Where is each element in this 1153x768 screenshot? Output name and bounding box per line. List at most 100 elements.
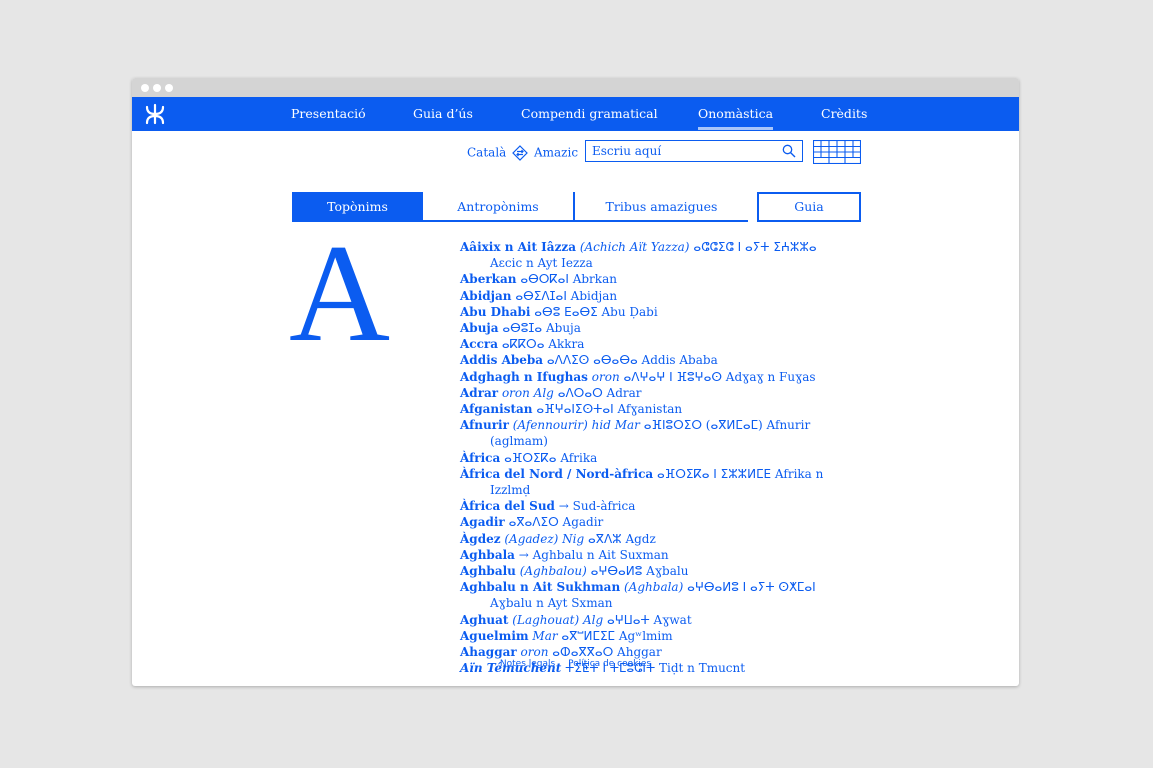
list-item[interactable]: Aberkan ⴰⴱⵔⴽⴰⵏ Abrkan	[460, 271, 850, 287]
window-dot-icon[interactable]	[165, 84, 173, 92]
browser-window: Presentació Guia d’ús Compendi gramatica…	[132, 78, 1019, 686]
list-item[interactable]: Adrar oron Alg ⴰⴷⵔⴰⵔ Adrar	[460, 385, 850, 401]
nav-item-guia-us[interactable]: Guia d’ús	[413, 106, 473, 121]
entry-translation: ⴰⵀⴰⴳⴳⴰⵔ Ahggar	[552, 645, 662, 660]
entry-headword: Àgdez	[460, 531, 501, 546]
tab-tribus-amazigues[interactable]: Tribus amazigues	[573, 192, 748, 222]
entry-variant: oron Alg	[501, 385, 554, 400]
entry-translation: ⴰⴱⵉⴷⵊⴰⵏ Abidjan	[515, 288, 618, 303]
entry-variant: (Achich Aït Yazza)	[579, 240, 690, 254]
entry-headword: Addis Abeba	[460, 353, 544, 368]
list-item[interactable]: Ahaggar oron ⴰⵀⴰⴳⴳⴰⵔ Ahggar	[460, 644, 850, 660]
nav-item-onomastica[interactable]: Onomàstica	[698, 106, 774, 130]
entry-translation: ⴰⵖⵡⴰⵜ Aɣwat	[606, 612, 692, 627]
entry-headword: Afnurir	[460, 418, 509, 433]
list-item[interactable]: Àgdez (Agadez) Nig ⴰⴳⴷⵣ Agdz	[460, 531, 850, 547]
top-navbar: Presentació Guia d’ús Compendi gramatica…	[132, 97, 1019, 131]
search-icon[interactable]	[782, 144, 796, 158]
entry-translation: ⴰⴳⴰⴷⵉⵔ Agadir	[508, 515, 604, 530]
swap-direction-icon[interactable]	[512, 145, 528, 161]
entry-translation: → Sud-àfrica	[558, 499, 636, 514]
search-box[interactable]	[585, 140, 803, 162]
list-item[interactable]: Afganistan ⴰⴼⵖⴰⵏⵉⵙⵜⴰⵏ Afɣanistan	[460, 401, 850, 417]
guia-button[interactable]: Guia	[757, 192, 861, 222]
list-item[interactable]: Addis Abeba ⴰⴷⴷⵉⵙ ⴰⴱⴰⴱⴰ Addis Ababa	[460, 352, 850, 368]
list-item[interactable]: Agadir ⴰⴳⴰⴷⵉⵔ Agadir	[460, 514, 850, 530]
entry-translation: ⴰⴳⴷⵣ Agdz	[588, 531, 656, 546]
list-item[interactable]: Aghuat (Laghouat) Alg ⴰⵖⵡⴰⵜ Aɣwat	[460, 612, 850, 628]
entry-headword: Agadir	[460, 515, 505, 530]
list-item[interactable]: Abu Dhabi ⴰⴱⵓ ⴹⴰⴱⵉ Abu Ḍabi	[460, 304, 850, 320]
entry-headword: Àfrica del Nord / Nord-àfrica	[460, 466, 654, 481]
entry-variant: (Agadez) Nig	[504, 531, 585, 546]
entry-variant: Mar	[532, 628, 558, 643]
window-dot-icon[interactable]	[141, 84, 149, 92]
entry-headword: Accra	[460, 337, 499, 352]
footer: Notes legals Política de cookies	[132, 659, 1019, 669]
list-item[interactable]: Aguelmim Mar ⴰⴳⵯⵍⵎⵉⵎ Agʷlmim	[460, 628, 850, 644]
entry-translation: ⴰⴷⵖⴰⵖ ⵏ ⴼⵓⵖⴰⵙ Adɣaɣ n Fuɣas	[623, 369, 816, 384]
list-item[interactable]: Abuja ⴰⴱⵓⵊⴰ Abuja	[460, 320, 850, 336]
nav-item-credits[interactable]: Crèdits	[821, 106, 867, 121]
entry-translation: → Aghbalu n Ait Suxman	[518, 547, 669, 562]
list-item[interactable]: Àfrica del Sud → Sud-àfrica	[460, 498, 850, 514]
list-item[interactable]: Àfrica del Nord / Nord-àfrica ⴰⴼⵔⵉⴽⴰ ⵏ ⵉ…	[460, 466, 850, 498]
entry-variant: oron	[520, 645, 549, 660]
entry-translation: ⴰⴳⵯⵍⵎⵉⵎ Agʷlmim	[561, 628, 673, 643]
entry-headword: Aghuat	[460, 612, 509, 627]
entry-headword: Aguelmim	[460, 628, 529, 643]
language-to: Amazic	[533, 145, 579, 160]
entry-headword: Abu Dhabi	[460, 304, 531, 319]
search-input[interactable]	[592, 143, 772, 159]
entry-headword: Aberkan	[460, 272, 517, 287]
entry-translation: ⴰⴱⵓ ⴹⴰⴱⵉ Abu Ḍabi	[534, 304, 658, 319]
entry-headword: Aghbalu	[460, 564, 516, 579]
window-titlebar	[132, 78, 1019, 97]
yaz-logo-icon[interactable]	[144, 103, 166, 125]
entry-translation: ⴰⴱⵓⵊⴰ Abuja	[502, 321, 581, 336]
list-item[interactable]: Àfrica ⴰⴼⵔⵉⴽⴰ Afrika	[460, 450, 850, 466]
list-item[interactable]: Aghbalu n Ait Sukhman (Aghbala) ⴰⵖⴱⴰⵍⵓ ⵏ…	[460, 579, 850, 611]
list-item[interactable]: Adghagh n Ifughas oron ⴰⴷⵖⴰⵖ ⵏ ⴼⵓⵖⴰⵙ Adɣ…	[460, 369, 850, 385]
entry-headword: Abidjan	[460, 288, 512, 303]
list-item[interactable]: Accra ⴰⴽⴽⵔⴰ Akkra	[460, 336, 850, 352]
entry-translation: ⴰⴷⴷⵉⵙ ⴰⴱⴰⴱⴰ Addis Ababa	[546, 353, 718, 368]
entry-translation: ⴰⴽⴽⵔⴰ Akkra	[501, 337, 585, 352]
entry-translation: ⴰⴼⵔⵉⴽⴰ Afrika	[504, 450, 598, 465]
entry-headword: Adghagh n Ifughas	[460, 369, 588, 384]
entry-translation: ⴰⴼⵖⴰⵏⵉⵙⵜⴰⵏ Afɣanistan	[536, 402, 683, 417]
nav-item-compendi-gramatical[interactable]: Compendi gramatical	[521, 106, 658, 121]
entry-list: Aâixix n Ait Iâzza (Achich Aït Yazza) ⴰⵛ…	[460, 239, 850, 676]
entry-headword: Abuja	[460, 321, 499, 336]
list-item[interactable]: Aâixix n Ait Iâzza (Achich Aït Yazza) ⴰⵛ…	[460, 239, 850, 271]
tab-antroponims[interactable]: Antropònims	[423, 192, 573, 222]
list-item[interactable]: Afnurir (Afennourir) hid Mar ⴰⴼⵏⵓⵔⵉⵔ (ⴰⴳ…	[460, 417, 850, 449]
language-switch[interactable]: Català Amazic	[467, 145, 578, 161]
list-item[interactable]: Abidjan ⴰⴱⵉⴷⵊⴰⵏ Abidjan	[460, 288, 850, 304]
entry-headword: Ahaggar	[460, 645, 517, 660]
entry-variant: (Afennourir) hid Mar	[512, 418, 640, 433]
section-letter: A	[289, 216, 391, 371]
list-item[interactable]: Aghbalu (Aghbalou) ⴰⵖⴱⴰⵍⵓ Aɣbalu	[460, 563, 850, 579]
cookie-policy-link[interactable]: Política de cookies	[568, 659, 651, 669]
entry-headword: Aghbala	[460, 547, 515, 562]
entry-headword: Aghbalu n Ait Sukhman	[460, 580, 621, 595]
entry-translation: ⴰⴷⵔⴰⵔ Adrar	[557, 385, 642, 400]
entry-headword: Aâixix n Ait Iâzza	[460, 240, 576, 254]
entry-headword: Afganistan	[460, 402, 533, 417]
entry-headword: Àfrica	[460, 450, 501, 465]
entry-variant: oron	[591, 369, 620, 384]
list-item[interactable]: Aghbala → Aghbalu n Ait Suxman	[460, 547, 850, 563]
window-dot-icon[interactable]	[153, 84, 161, 92]
entry-translation: ⴰⴱⵔⴽⴰⵏ Abrkan	[520, 272, 617, 287]
entry-headword: Adrar	[460, 385, 499, 400]
legal-notes-link[interactable]: Notes legals	[500, 659, 555, 669]
language-from: Català	[467, 145, 507, 160]
entry-translation: ⴰⵖⴱⴰⵍⵓ Aɣbalu	[590, 564, 689, 579]
entry-variant: (Aghbalou)	[519, 564, 587, 579]
nav-item-presentacio[interactable]: Presentació	[291, 106, 366, 121]
entry-variant: (Laghouat) Alg	[512, 612, 604, 627]
entry-headword: Àfrica del Sud	[460, 499, 555, 514]
keyboard-icon[interactable]	[813, 140, 861, 164]
entry-variant: (Aghbala)	[624, 580, 684, 595]
